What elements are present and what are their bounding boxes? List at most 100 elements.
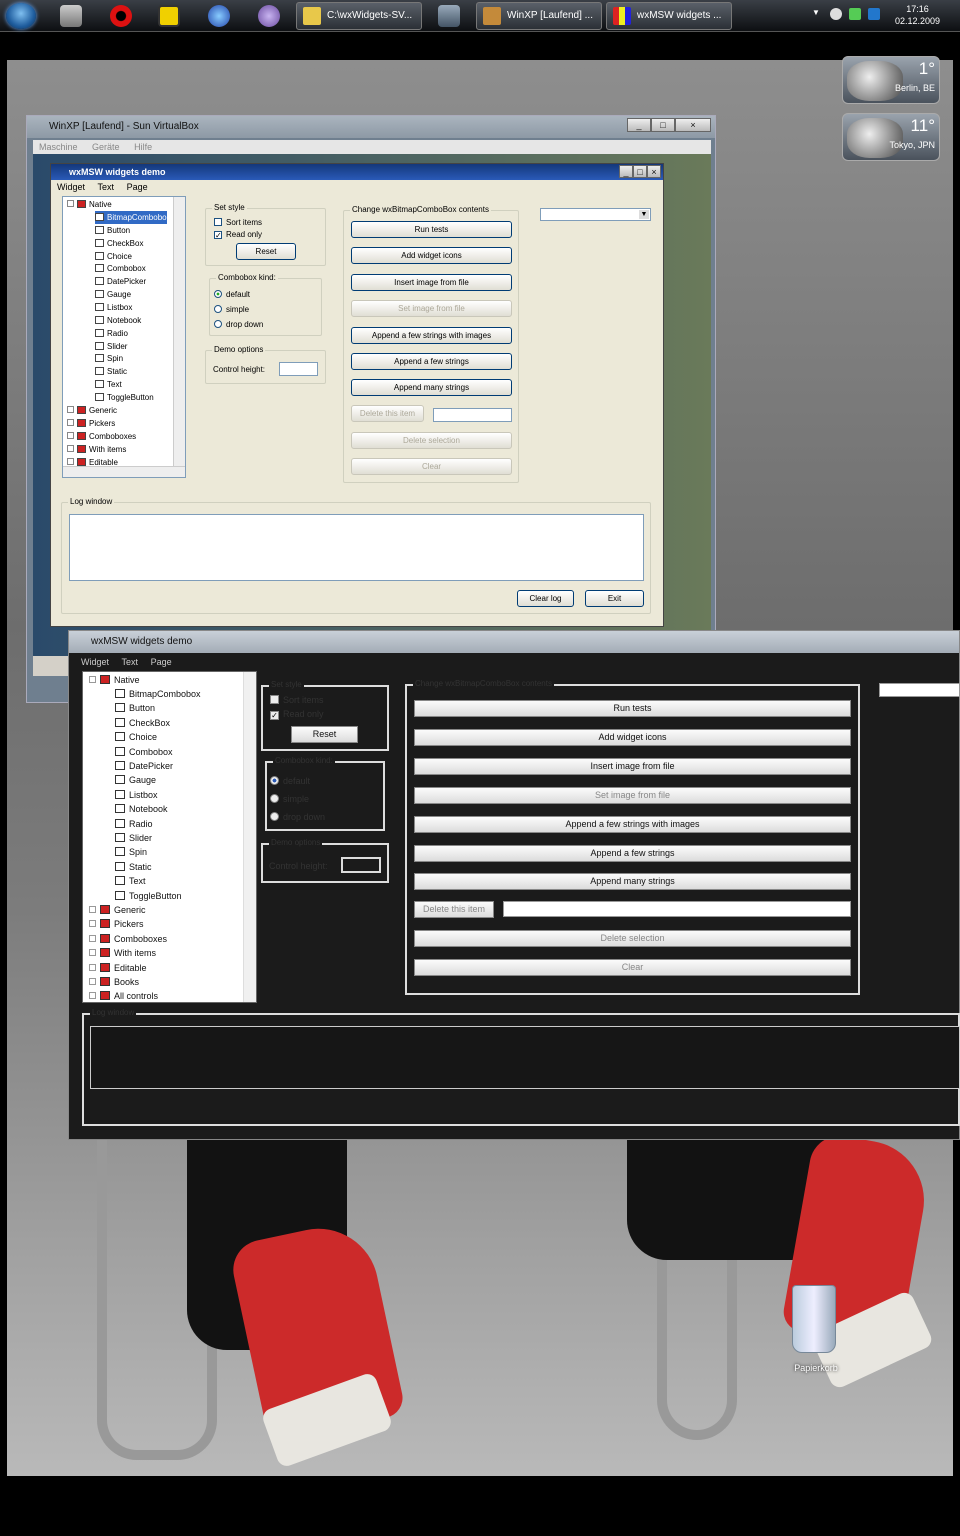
change-button[interactable]: Insert image from file [351,274,512,291]
tree-node[interactable]: Text [115,874,146,888]
native-window-title[interactable]: wxMSW widgets demo [69,631,959,653]
tree-node-group[interactable]: Pickers [89,917,144,931]
bitmap-combobox[interactable] [879,683,960,697]
tree-node[interactable]: Button [95,224,130,237]
radio-default[interactable]: default [270,776,310,787]
read-only-checkbox[interactable]: ✓ Read only [270,709,324,720]
delete-item-input[interactable] [503,901,851,917]
tree-scrollbar[interactable] [243,672,256,1002]
expand-icon[interactable] [67,431,74,439]
tree-node[interactable]: Gauge [95,288,131,301]
tree-node-group[interactable]: Generic [67,404,117,417]
menu-hilfe[interactable]: Hilfe [134,142,152,152]
tree-node-group[interactable]: Books [89,975,139,989]
clear-log-button[interactable]: Clear log [517,590,574,607]
tree-node-group[interactable]: With items [67,443,126,456]
radio-default[interactable]: default [214,289,250,300]
log-textarea[interactable] [90,1026,960,1089]
change-button[interactable]: Append many strings [351,379,512,396]
expand-icon[interactable] [89,963,96,971]
bitmap-combobox[interactable]: ▼ [540,208,651,221]
menu-page[interactable]: Page [127,182,148,192]
menu-text[interactable]: Text [98,182,115,192]
tree-node-native[interactable]: Native [89,673,140,687]
tray-clock-icon[interactable] [830,8,842,20]
change-button[interactable]: Set image from file [351,300,512,317]
task-explorer[interactable]: C:\wxWidgets-SV... [296,2,422,30]
tree-node[interactable]: Slider [115,831,152,845]
tree-node[interactable]: Static [95,365,127,378]
radio-drop-down[interactable]: drop down [270,812,325,823]
change-button[interactable]: Add widget icons [414,729,851,746]
change-button[interactable]: Append a few strings with images [351,327,512,344]
change-button[interactable]: Insert image from file [414,758,851,775]
tree-node[interactable]: BitmapCombobox [115,687,201,701]
expand-icon[interactable] [89,992,96,1000]
change-button[interactable]: Clear [351,458,512,475]
change-button[interactable]: Delete selection [351,432,512,449]
log-textarea[interactable] [69,514,644,581]
minimize-button[interactable]: _ [627,118,651,132]
tree-node-group[interactable]: Pickers [67,417,115,430]
tree-node-group[interactable]: With items [89,946,156,960]
change-button[interactable]: Clear [414,959,851,976]
opera-icon[interactable] [110,5,132,27]
tree-node[interactable]: CheckBox [115,716,170,730]
tree-node[interactable]: Static [115,860,152,874]
tree-node-group[interactable]: All controls [89,989,158,1003]
sort-items-checkbox[interactable]: Sort items [270,695,324,706]
expand-icon[interactable] [67,444,74,452]
expand-icon[interactable] [89,920,96,928]
tree-node[interactable]: Listbox [95,301,132,314]
control-height-input[interactable] [341,857,381,873]
read-only-checkbox[interactable]: ✓ Read only [214,229,262,240]
weather-gadget-tokyo[interactable]: 11° Tokyo, JPN [842,113,940,161]
tree-node[interactable]: BitmapCombobo [95,211,167,224]
collapse-icon[interactable] [89,676,96,683]
expand-icon[interactable] [67,406,74,413]
tray-network-icon[interactable] [849,8,861,20]
change-button[interactable]: Append many strings [414,873,851,890]
reset-button[interactable]: Reset [291,726,358,743]
menu-page[interactable]: Page [151,657,172,667]
xp-widget-tree[interactable]: Native BitmapCombobo Button CheckBox Choice… [62,196,186,478]
close-button[interactable]: × [675,118,711,132]
radio-simple[interactable]: simple [270,794,309,805]
change-button[interactable]: Append a few strings [351,353,512,370]
tree-node[interactable]: Notebook [95,314,141,327]
weather-gadget-berlin[interactable]: 1° Berlin, BE [842,56,940,104]
clock[interactable]: 17:16 02.12.2009 [895,3,940,27]
menu-text[interactable]: Text [122,657,139,667]
tree-node[interactable]: DatePicker [115,759,173,773]
tree-node[interactable]: Slider [95,340,127,353]
native-widget-tree[interactable]: Native BitmapCombobox Button CheckBox Choice… [82,671,257,1003]
pidgin-icon[interactable] [258,5,280,27]
tree-node[interactable]: Listbox [115,788,158,802]
tree-node-group[interactable]: Generic [89,903,146,917]
tree-node-group[interactable]: Comboboxes [89,932,167,946]
reset-button[interactable]: Reset [236,243,296,260]
chevron-down-icon[interactable]: ▼ [639,210,649,219]
tree-node[interactable]: CheckBox [95,237,143,250]
change-button[interactable]: Delete this item [351,405,424,422]
tree-node[interactable]: Combobox [95,262,146,275]
task-wxmsw[interactable]: wxMSW widgets ... [606,2,732,30]
menu-widget[interactable]: Widget [81,657,109,667]
tray-expand-icon[interactable]: ▼ [812,8,824,20]
tree-node[interactable]: Choice [115,730,157,744]
recycle-bin[interactable]: Papierkorb [780,1285,852,1380]
tree-node-group[interactable]: Comboboxes [67,430,136,443]
change-button[interactable]: Delete selection [414,930,851,947]
app-icon[interactable] [438,5,460,27]
tree-node[interactable]: Text [95,378,122,391]
change-button[interactable]: Delete this item [414,901,494,918]
change-button[interactable]: Append a few strings with images [414,816,851,833]
tree-node[interactable]: Combobox [115,745,173,759]
sort-items-checkbox[interactable]: Sort items [214,217,262,228]
change-button[interactable]: Set image from file [414,787,851,804]
change-button[interactable]: Append a few strings [414,845,851,862]
xp-window-title[interactable]: wxMSW widgets demo [51,164,663,180]
expand-icon[interactable] [67,457,74,465]
vbox-title[interactable]: WinXP [Laufend] - Sun VirtualBox [27,116,715,138]
tree-node[interactable]: DatePicker [95,275,146,288]
